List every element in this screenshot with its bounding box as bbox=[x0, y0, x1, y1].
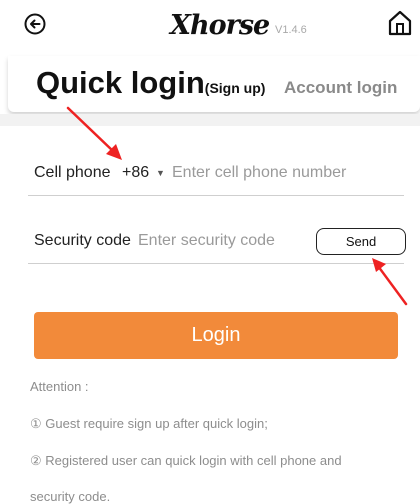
security-code-label: Security code bbox=[34, 232, 131, 249]
send-code-button[interactable]: Send bbox=[316, 228, 406, 255]
login-tabs: Quick login(Sign up) Account login bbox=[8, 56, 420, 112]
security-code-input[interactable] bbox=[138, 229, 310, 253]
attention-note-1: ① Guest require sign up after quick logi… bbox=[30, 416, 268, 431]
tab-account-login[interactable]: Account login bbox=[284, 78, 397, 98]
phone-input[interactable] bbox=[172, 161, 400, 185]
attention-note-2-continued: security code. bbox=[30, 489, 111, 504]
home-icon[interactable] bbox=[388, 10, 412, 36]
attention-title: Attention : bbox=[30, 379, 89, 394]
tab-quick-login-sublabel: (Sign up) bbox=[204, 80, 266, 96]
phone-label: Cell phone bbox=[34, 164, 111, 181]
attention-note-2: ② Registered user can quick login with c… bbox=[30, 453, 342, 468]
tab-quick-login[interactable]: Quick login(Sign up) bbox=[36, 65, 265, 101]
back-circle-arrow-icon[interactable] bbox=[24, 13, 46, 35]
phone-row: Cell phone +86 ▼ bbox=[28, 152, 404, 196]
tab-quick-login-label: Quick login bbox=[36, 65, 205, 100]
chevron-down-icon[interactable]: ▼ bbox=[156, 168, 165, 178]
app-version: V1.4.6 bbox=[275, 24, 307, 36]
security-code-row: Security code Send bbox=[28, 220, 406, 264]
login-button[interactable]: Login bbox=[34, 312, 398, 359]
country-code-select[interactable]: +86 bbox=[122, 164, 149, 182]
top-bar: Xhorse V1.4.6 bbox=[0, 0, 420, 52]
section-divider bbox=[0, 114, 420, 126]
brand-logo: Xhorse bbox=[170, 10, 270, 41]
